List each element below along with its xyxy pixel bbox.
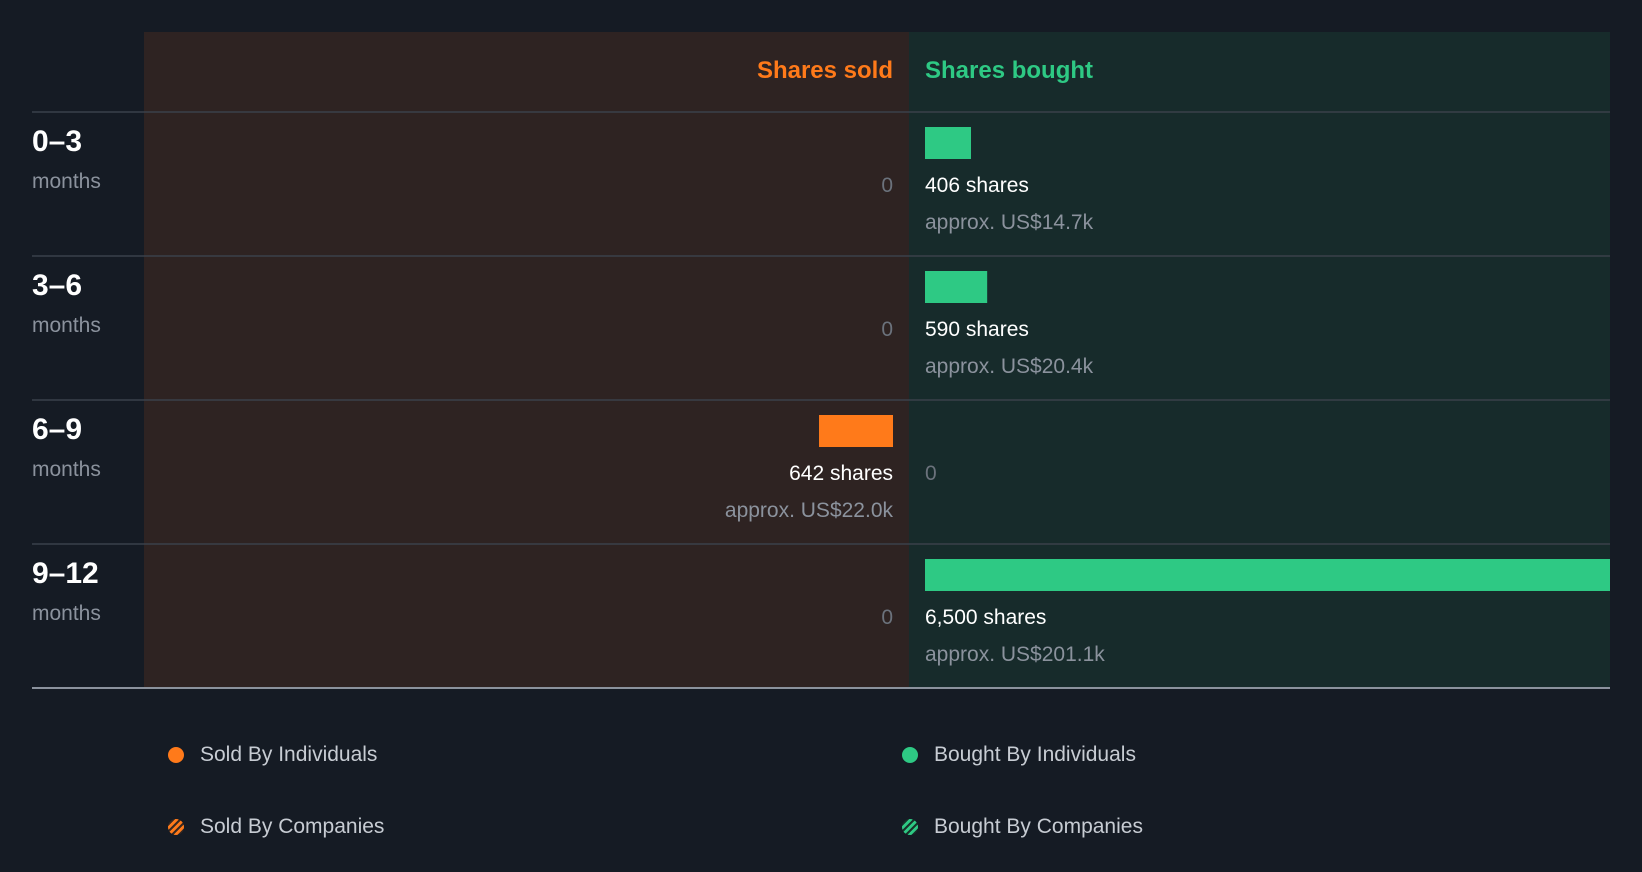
sold-zero-label: 0: [881, 606, 893, 629]
row-label-period: 3–6: [32, 269, 82, 302]
bar-bought: [925, 127, 971, 159]
sold-approx-label: approx. US$22.0k: [725, 499, 894, 522]
bought-approx-label: approx. US$201.1k: [925, 643, 1105, 666]
sold-panel: [144, 32, 909, 688]
bar-bought: [925, 271, 988, 303]
sold-shares-label: 642 shares: [789, 462, 893, 485]
bought-shares-label: 590 shares: [925, 318, 1029, 341]
row-label-unit: months: [32, 170, 101, 193]
bought-approx-label: approx. US$14.7k: [925, 211, 1094, 234]
legend-item-sold-individuals: Sold By Individuals: [168, 743, 377, 767]
insider-trading-chart: Shares sold Shares bought 0–3 months 0 406 sh…: [32, 32, 1610, 689]
row-label-unit: months: [32, 602, 101, 625]
row-label-period: 9–12: [32, 557, 99, 590]
legend-label: Sold By Individuals: [200, 743, 378, 766]
legend-item-sold-companies: Sold By Companies: [168, 815, 384, 839]
legend-item-bought-companies: Bought By Companies: [902, 815, 1143, 839]
row-label-period: 0–3: [32, 125, 82, 158]
sold-zero-label: 0: [881, 174, 893, 197]
bar-sold: [819, 415, 893, 447]
row-label-unit: months: [32, 458, 101, 481]
header-shares-bought: Shares bought: [925, 57, 1093, 84]
legend-label: Sold By Companies: [200, 815, 385, 838]
orange-hatched-dot-icon: [168, 819, 184, 835]
legend-item-bought-individuals: Bought By Individuals: [902, 743, 1136, 767]
row-label-unit: months: [32, 314, 101, 337]
bought-approx-label: approx. US$20.4k: [925, 355, 1094, 378]
row-label-period: 6–9: [32, 413, 82, 446]
green-dot-icon: [902, 747, 918, 763]
bought-shares-label: 406 shares: [925, 174, 1029, 197]
header-shares-sold: Shares sold: [757, 57, 893, 84]
green-hatched-dot-icon: [902, 819, 918, 835]
bought-shares-label: 6,500 shares: [925, 606, 1046, 629]
legend: Sold By Individuals Bought By Individual…: [0, 700, 1642, 872]
legend-label: Bought By Individuals: [934, 743, 1136, 766]
bought-zero-label: 0: [925, 462, 937, 485]
sold-zero-label: 0: [881, 318, 893, 341]
bar-bought: [925, 559, 1610, 591]
legend-label: Bought By Companies: [934, 815, 1143, 838]
orange-dot-icon: [168, 747, 184, 763]
